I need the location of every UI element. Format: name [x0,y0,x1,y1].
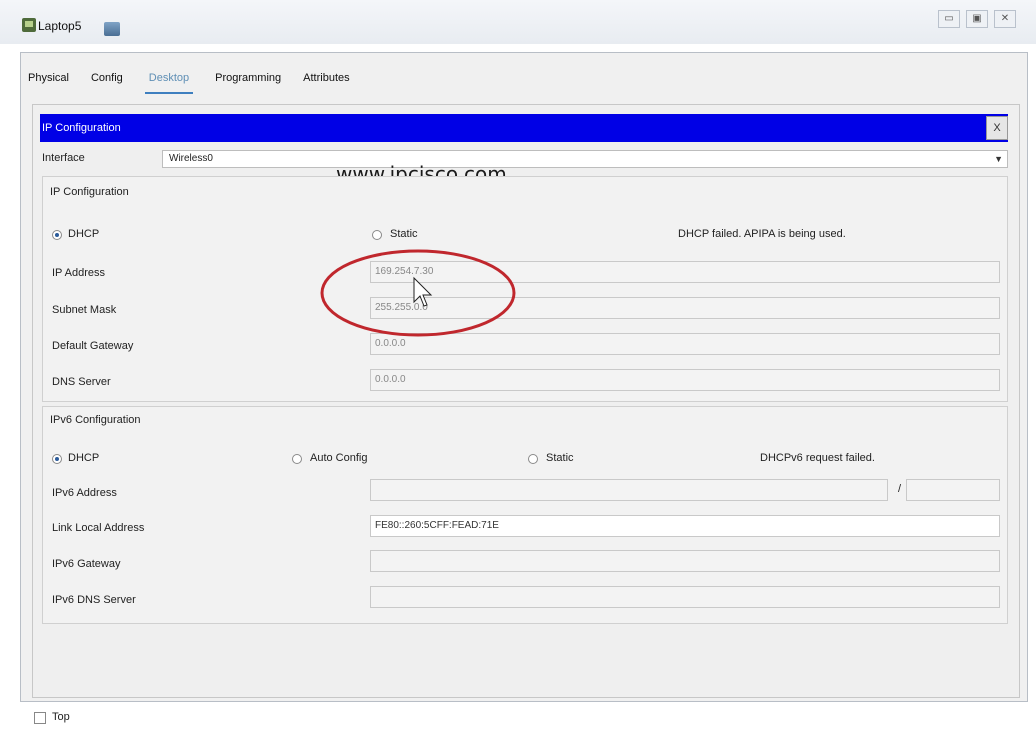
window-title: Laptop5 [38,19,82,33]
ip-configuration-header: IP Configuration [40,114,1008,142]
ipv6-static-radio[interactable] [528,454,538,464]
link-local-address-field[interactable]: FE80::260:5CFF:FEAD:71E [370,515,1000,537]
prefix-separator: / [898,483,902,495]
dns-server-field[interactable]: 0.0.0.0 [370,369,1000,391]
dns-server-label: DNS Server [52,376,111,388]
close-ip-config-button[interactable]: X [986,116,1008,140]
top-checkbox[interactable] [34,712,46,724]
device-tabs: Physical Config Desktop Programming Attr… [28,70,350,94]
ipv6-dhcp-label: DHCP [68,452,100,464]
top-checkbox-label: Top [52,711,70,723]
mouse-cursor-icon [413,276,433,307]
ipv6-dhcp-status: DHCPv6 request failed. [760,452,875,464]
minimize-button[interactable]: ▭ [938,10,960,28]
ipv6-gateway-label: IPv6 Gateway [52,558,121,570]
ipv4-section-label: IP Configuration [50,186,129,198]
tab-attributes[interactable]: Attributes [303,70,349,94]
link-local-address-label: Link Local Address [52,522,145,534]
interface-select[interactable]: Wireless0 ▼ [162,150,1008,168]
ipv4-static-label: Static [390,228,418,240]
interface-label: Interface [42,152,85,164]
tab-programming[interactable]: Programming [215,70,281,94]
window-controls: ▭ ▣ ✕ [938,10,1016,28]
ipv6-section-label: IPv6 Configuration [50,414,141,426]
ipv4-dhcp-status: DHCP failed. APIPA is being used. [678,228,846,240]
interface-select-value: Wireless0 [169,153,213,164]
ipv4-dhcp-label: DHCP [68,228,100,240]
tab-physical[interactable]: Physical [28,70,69,94]
ipv6-gateway-field[interactable] [370,550,1000,572]
ipv6-dhcp-radio[interactable] [52,454,62,464]
window-titlebar: Laptop5 ▭ ▣ ✕ [0,0,1036,44]
ipv6-prefix-field[interactable] [906,479,1000,501]
ip-address-label: IP Address [52,267,105,279]
tab-config[interactable]: Config [91,70,123,94]
chevron-down-icon: ▼ [994,154,1003,164]
close-window-button[interactable]: ✕ [994,10,1016,28]
window-thumbnail-icon [104,22,120,36]
annotation-overlay [320,249,516,337]
ipv6-address-field[interactable] [370,479,888,501]
ipv6-auto-config-label: Auto Config [310,452,368,464]
ipv4-dhcp-radio[interactable] [52,230,62,240]
laptop-icon [22,18,36,32]
ipv6-dns-server-field[interactable] [370,586,1000,608]
default-gateway-label: Default Gateway [52,340,134,352]
ipv6-address-label: IPv6 Address [52,487,117,499]
ipv6-dns-server-label: IPv6 DNS Server [52,594,136,606]
ipv4-static-radio[interactable] [372,230,382,240]
ipv6-static-label: Static [546,452,574,464]
ipv6-auto-config-radio[interactable] [292,454,302,464]
subnet-mask-label: Subnet Mask [52,304,117,316]
tab-desktop[interactable]: Desktop [144,70,194,94]
maximize-button[interactable]: ▣ [966,10,988,28]
